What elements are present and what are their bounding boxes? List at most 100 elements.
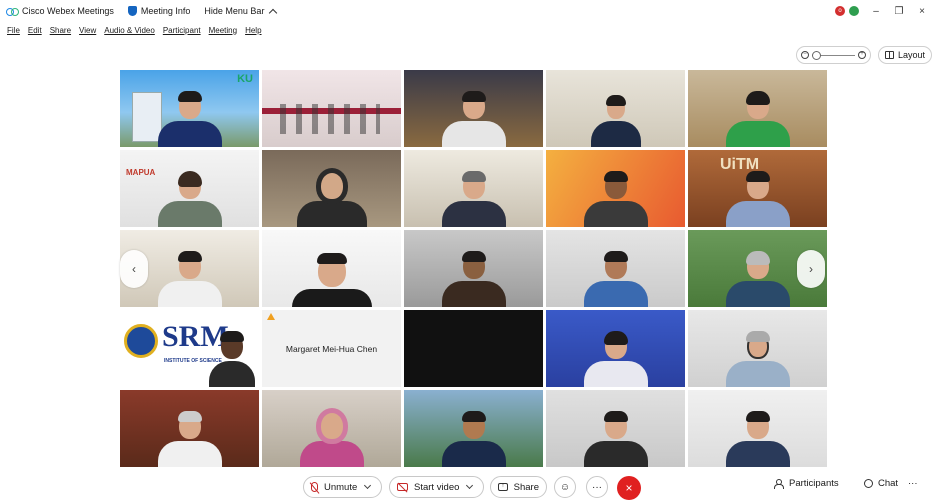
video-tile[interactable]: UiTM	[688, 150, 827, 227]
video-tile[interactable]	[546, 230, 685, 307]
chevron-up-icon	[269, 8, 278, 17]
video-tile[interactable]	[688, 310, 827, 387]
participant-video	[157, 91, 222, 147]
share-label: Share	[513, 481, 539, 493]
leave-meeting-button[interactable]: ×	[617, 476, 641, 500]
smiley-icon: ☺	[559, 481, 571, 493]
next-page-button[interactable]: ›	[797, 250, 825, 288]
participant-video	[725, 171, 790, 227]
zoom-out-icon[interactable]: −	[801, 51, 809, 59]
menu-share[interactable]: Share	[50, 26, 71, 35]
menu-file[interactable]: File	[7, 26, 20, 35]
srm-emblem-icon	[124, 324, 158, 358]
start-video-button[interactable]: Start video	[389, 476, 484, 498]
minimize-button[interactable]: –	[870, 6, 882, 17]
participant-video	[725, 91, 790, 147]
chat-label: Chat	[878, 478, 899, 489]
participant-video	[157, 171, 222, 227]
network-health-icon[interactable]	[849, 6, 859, 16]
video-tile[interactable]: KU	[120, 70, 259, 147]
video-tile[interactable]	[404, 310, 543, 387]
participant-video	[441, 411, 506, 467]
video-tile[interactable]	[546, 150, 685, 227]
participant-video	[296, 173, 367, 227]
meeting-info-label: Meeting Info	[140, 6, 191, 16]
app-title: Cisco Webex Meetings	[6, 6, 114, 16]
video-tile[interactable]	[688, 70, 827, 147]
video-tile[interactable]	[546, 390, 685, 467]
meeting-info-button[interactable]: Meeting Info	[127, 6, 191, 16]
video-tile[interactable]	[262, 390, 401, 467]
menu-participant[interactable]: Participant	[163, 26, 201, 35]
video-tile[interactable]	[688, 390, 827, 467]
mapua-logo: MAPUA	[126, 168, 156, 177]
participant-video	[590, 95, 641, 147]
close-window-button[interactable]: ×	[916, 6, 928, 17]
participant-video	[725, 331, 790, 387]
chevron-down-icon[interactable]	[364, 481, 372, 490]
menu-meeting[interactable]: Meeting	[209, 26, 237, 35]
menu-edit[interactable]: Edit	[28, 26, 42, 35]
video-tile[interactable]	[262, 70, 401, 147]
restore-button[interactable]: ❐	[893, 6, 905, 17]
participant-video	[209, 331, 255, 387]
panel-more-button[interactable]: ···	[908, 478, 918, 489]
unmute-button[interactable]: Unmute	[303, 476, 382, 498]
title-bar: Cisco Webex Meetings Meeting Info Hide M…	[0, 0, 934, 22]
webex-logo-icon	[6, 7, 19, 16]
menu-bar: File Edit Share View Audio & Video Parti…	[0, 22, 262, 38]
video-tile[interactable]: Margaret Mei-Hua Chen	[262, 310, 401, 387]
participant-video	[583, 331, 648, 387]
microphone-off-icon	[311, 482, 318, 492]
video-tile[interactable]: MAPUA	[120, 150, 259, 227]
zoom-slider-handle[interactable]	[812, 50, 821, 60]
zoom-slider[interactable]	[812, 50, 855, 60]
video-tile[interactable]	[404, 150, 543, 227]
share-screen-icon: ↑	[498, 483, 508, 491]
participant-video	[725, 411, 790, 467]
participant-video	[583, 251, 648, 307]
unmute-label: Unmute	[324, 481, 358, 493]
participant-video	[583, 411, 648, 467]
zoom-in-icon[interactable]: +	[858, 51, 866, 59]
video-tile[interactable]	[120, 390, 259, 467]
start-video-label: Start video	[414, 481, 460, 493]
ku-logo: KU	[237, 73, 253, 85]
menu-audio-video[interactable]: Audio & Video	[104, 26, 155, 35]
menu-help[interactable]: Help	[245, 26, 261, 35]
participant-video	[157, 251, 222, 307]
participants-icon	[774, 479, 784, 489]
meeting-controls: Unmute Start video ↑ Share ☺ ··· × Parti…	[0, 474, 934, 500]
menu-view[interactable]: View	[79, 26, 96, 35]
previous-page-button[interactable]: ‹	[120, 250, 148, 288]
participant-video	[441, 91, 506, 147]
participant-video	[583, 171, 648, 227]
recording-indicator[interactable]: o	[835, 6, 845, 16]
participant-video	[441, 251, 506, 307]
video-tile[interactable]	[404, 230, 543, 307]
zoom-control: − +	[796, 46, 871, 64]
video-tile[interactable]	[404, 390, 543, 467]
shield-icon	[127, 6, 137, 16]
video-tile[interactable]	[262, 150, 401, 227]
reactions-button[interactable]: ☺	[554, 476, 576, 498]
video-tile[interactable]	[262, 230, 401, 307]
hide-menu-bar-button[interactable]: Hide Menu Bar	[204, 6, 278, 17]
video-tile[interactable]	[546, 70, 685, 147]
participants-label: Participants	[789, 478, 839, 489]
close-icon: ×	[625, 481, 633, 495]
video-tile[interactable]	[546, 310, 685, 387]
share-button[interactable]: ↑ Share	[490, 476, 547, 498]
participant-video	[441, 171, 506, 227]
chevron-down-icon[interactable]	[466, 481, 474, 490]
layout-button[interactable]: Layout	[878, 46, 932, 64]
participants-button[interactable]: Participants	[774, 478, 839, 489]
hide-menu-bar-label: Hide Menu Bar	[204, 6, 265, 16]
more-options-button[interactable]: ···	[586, 476, 608, 498]
chat-button[interactable]: Chat	[864, 478, 898, 489]
app-name: Cisco Webex Meetings	[22, 6, 114, 16]
video-tile[interactable]	[404, 70, 543, 147]
participant-name: Margaret Mei-Hua Chen	[285, 343, 378, 354]
video-tile[interactable]: SRM INSTITUTE OF SCIENCE	[120, 310, 259, 387]
video-grid: KU MAPUA UiTM SRM INSTITUTE OF SCIENCE M…	[120, 70, 827, 468]
